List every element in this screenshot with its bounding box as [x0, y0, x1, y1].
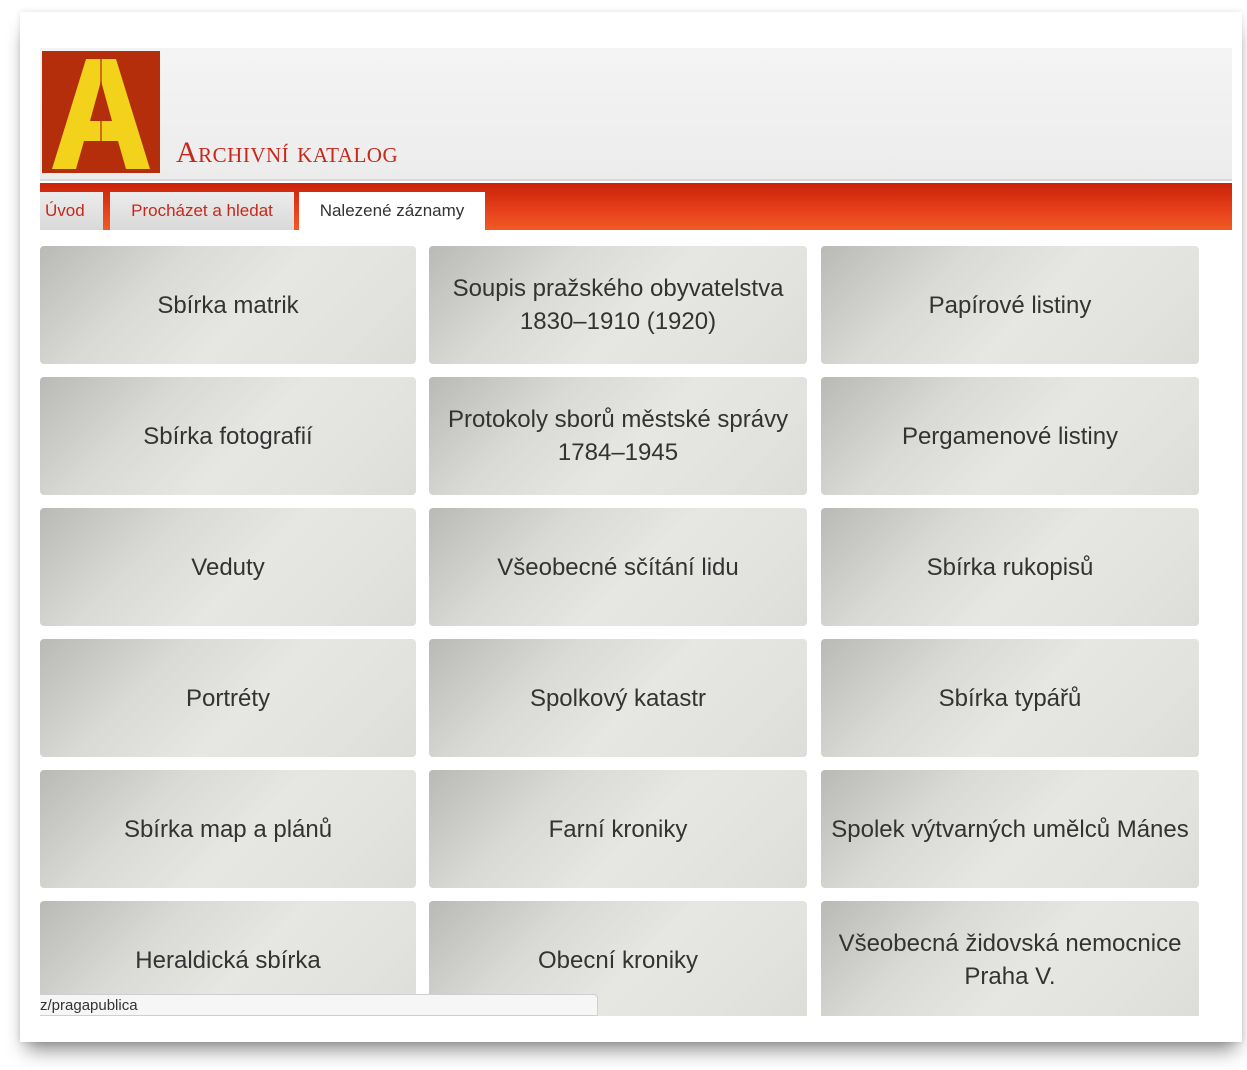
tile-sbirka-map[interactable]: Sbírka map a plánů: [40, 770, 416, 888]
tile-pergamenove-listiny[interactable]: Pergamenové listiny: [821, 377, 1199, 495]
tile-label: Sbírka typářů: [938, 684, 1082, 712]
tile-label: Sbírka rukopisů: [926, 553, 1094, 581]
browser-viewport: Archivní katalog Úvod Procházet a hledat…: [40, 48, 1232, 1016]
tile-label: Veduty: [191, 553, 265, 581]
tile-sbirka-fotografii[interactable]: Sbírka fotografií: [40, 377, 416, 495]
tile-label: Sbírka matrik: [157, 291, 299, 319]
tab-prochazet-a-hledat[interactable]: Procházet a hledat: [110, 192, 294, 230]
tile-protokoly-sboru[interactable]: Protokoly sborů městské správy 1784–1945: [429, 377, 807, 495]
main-navigation: Úvod Procházet a hledat Nalezené záznamy: [40, 183, 1232, 232]
tile-spolek-manes[interactable]: Spolek výtvarných umělců Mánes: [821, 770, 1199, 888]
tile-label: Všeobecná židovská nemocnice Praha V.: [838, 930, 1182, 990]
tile-label: Protokoly sborů městské správy 1784–1945: [447, 406, 789, 466]
tile-label: Obecní kroniky: [537, 946, 699, 974]
tile-portrety[interactable]: Portréty: [40, 639, 416, 757]
logo-a-icon: [42, 51, 160, 173]
tile-label: Sbírka map a plánů: [123, 815, 333, 843]
tile-zidovska-nemocnice[interactable]: Všeobecná židovská nemocnice Praha V.: [821, 901, 1199, 1016]
tile-farni-kroniky[interactable]: Farní kroniky: [429, 770, 807, 888]
tile-papirove-listiny[interactable]: Papírové listiny: [821, 246, 1199, 364]
tile-label: Spolkový katastr: [529, 684, 707, 712]
tile-label: Sbírka fotografií: [143, 422, 313, 450]
tile-label: Soupis pražského obyvatelstva 1830–1910 …: [452, 275, 784, 335]
tile-label: Pergamenové listiny: [901, 422, 1119, 450]
tile-sbirka-matrik[interactable]: Sbírka matrik: [40, 246, 416, 364]
tab-uvod[interactable]: Úvod: [40, 192, 103, 230]
status-bar-url: z/pragapublica: [40, 994, 598, 1016]
tile-label: Portréty: [185, 684, 271, 712]
screenshot-frame: Archivní katalog Úvod Procházet a hledat…: [20, 12, 1242, 1042]
site-logo[interactable]: [42, 51, 160, 173]
tile-sbirka-typaru[interactable]: Sbírka typářů: [821, 639, 1199, 757]
tile-spolkovy-katastr[interactable]: Spolkový katastr: [429, 639, 807, 757]
tile-label: Všeobecné sčítání lidu: [497, 553, 739, 581]
header-divider: [40, 179, 1232, 181]
tile-label: Farní kroniky: [548, 815, 688, 843]
tile-label: Spolek výtvarných umělců Mánes: [831, 815, 1189, 843]
site-header: Archivní katalog: [40, 48, 1232, 181]
tile-label: Heraldická sbírka: [135, 946, 321, 974]
site-title[interactable]: Archivní katalog: [176, 136, 398, 170]
tile-sbirka-rukopisu[interactable]: Sbírka rukopisů: [821, 508, 1199, 626]
tab-nalezene-zaznamy[interactable]: Nalezené záznamy: [299, 192, 485, 232]
tile-veduty[interactable]: Veduty: [40, 508, 416, 626]
tile-scitani-lidu[interactable]: Všeobecné sčítání lidu: [429, 508, 807, 626]
tile-soupis-obyvatelstva[interactable]: Soupis pražského obyvatelstva 1830–1910 …: [429, 246, 807, 364]
tile-label: Papírové listiny: [928, 291, 1092, 319]
